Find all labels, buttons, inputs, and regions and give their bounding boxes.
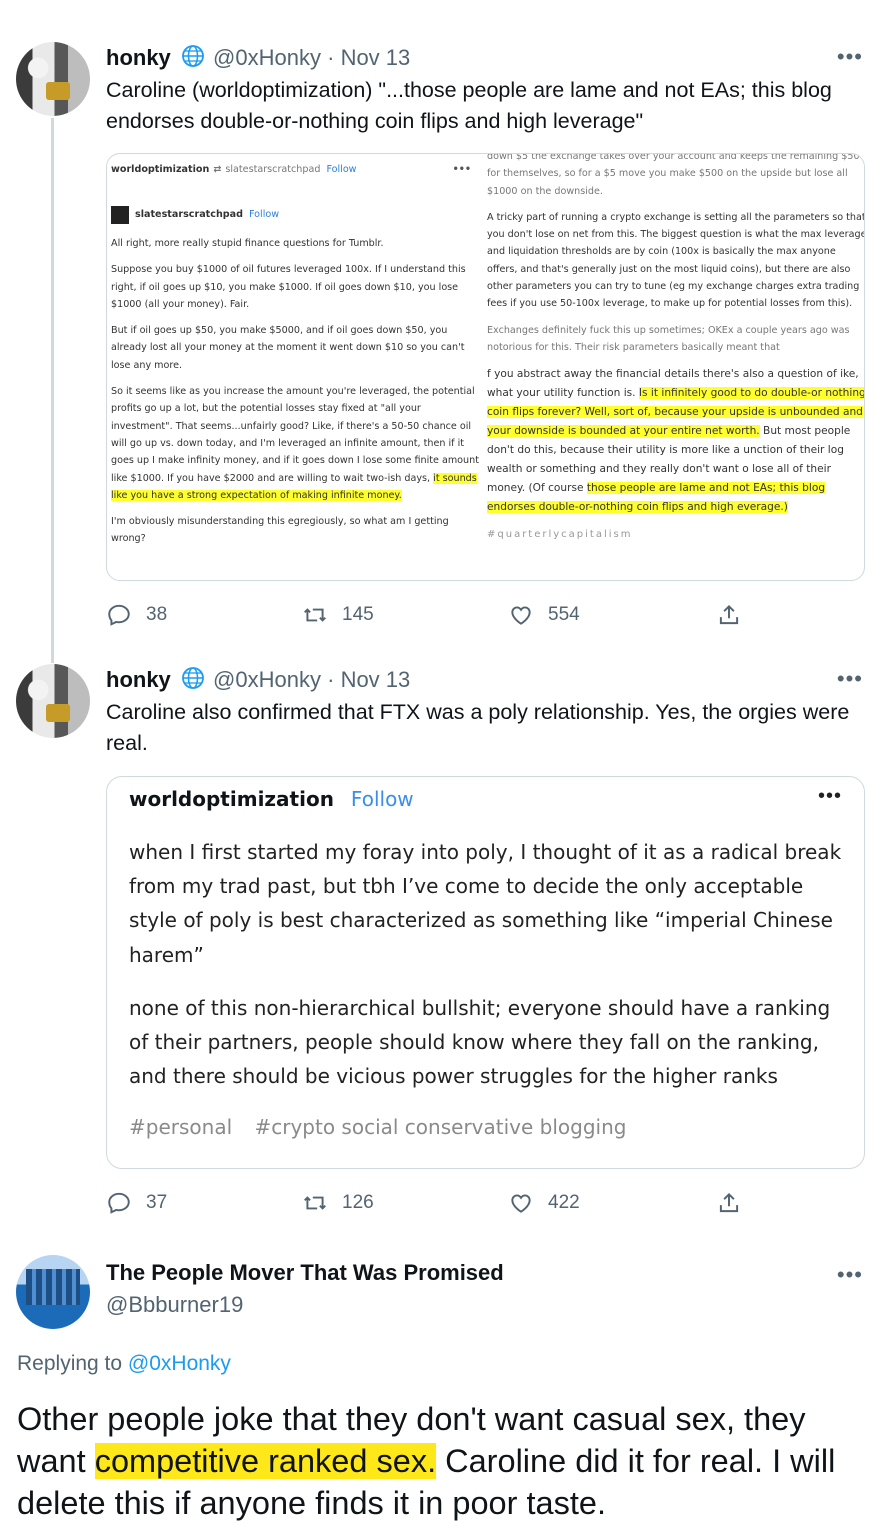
- tweet-header: The People Mover That Was Promised: [106, 1260, 504, 1286]
- replying-to: Replying to @0xHonky: [17, 1352, 231, 1376]
- reply-count: 38: [146, 604, 168, 625]
- retweet-button[interactable]: 145: [302, 602, 374, 628]
- follow-link: Follow: [248, 209, 280, 221]
- reply-icon: [108, 1192, 130, 1214]
- blog-name: slatestarscratchpad: [135, 209, 243, 221]
- quote-body: when I first started my foray into poly,…: [129, 835, 849, 1112]
- like-count: 422: [548, 1192, 580, 1213]
- quote-card[interactable]: worldoptimization Follow ••• when I firs…: [106, 776, 865, 1169]
- quote-header: worldoptimization Follow: [129, 787, 414, 811]
- tweet-actions: 38 145 554: [106, 602, 766, 630]
- blog-icon: [111, 206, 129, 224]
- tumblr-post-right: down $5 the exchange takes over your acc…: [487, 153, 865, 544]
- tweet-header: honky @0xHonky · Nov 13: [106, 44, 410, 74]
- reply-icon: [108, 604, 130, 626]
- share-icon: [719, 1192, 739, 1213]
- user-handle[interactable]: @Bbburner19: [106, 1292, 243, 1317]
- like-count: 554: [548, 604, 580, 625]
- tweet-text: Caroline (worldoptimization) "...those p…: [106, 78, 832, 133]
- globe-icon: [181, 44, 205, 74]
- separator: ·: [327, 667, 341, 692]
- post-paragraph: Suppose you buy $1000 of oil futures lev…: [111, 264, 466, 310]
- post-paragraph: I'm obviously misunderstanding this egre…: [111, 516, 449, 545]
- like-button[interactable]: 422: [508, 1190, 580, 1216]
- tumblr-post-left: worldoptimization ⇄ slatestarscratchpad …: [111, 154, 479, 557]
- more-options-icon[interactable]: •••: [837, 1262, 863, 1288]
- reblog-source: slatestarscratchpad: [225, 164, 321, 176]
- more-options-icon[interactable]: •••: [837, 666, 863, 692]
- retweet-button[interactable]: 126: [302, 1190, 374, 1216]
- post-text: So it seems like as you increase the amo…: [111, 386, 479, 484]
- highlighted-text: competitive ranked sex.: [94, 1443, 437, 1479]
- more-options-icon[interactable]: •••: [837, 44, 863, 70]
- retweet-count: 126: [342, 1192, 374, 1213]
- share-icon: [719, 604, 739, 625]
- tweet-text: Other people joke that they don't want c…: [17, 1398, 877, 1524]
- share-button[interactable]: [716, 602, 742, 628]
- heart-icon: [511, 1194, 531, 1213]
- avatar[interactable]: [16, 664, 90, 738]
- globe-icon: [181, 666, 205, 696]
- post-paragraph: So it seems like as you increase the amo…: [111, 383, 479, 504]
- follow-link: Follow: [326, 164, 357, 176]
- post-paragraph: f you abstract away the financial detail…: [487, 365, 864, 517]
- post-paragraph: A tricky part of running a crypto exchan…: [487, 211, 865, 310]
- retweet-icon: [304, 608, 326, 622]
- quote-paragraph: none of this non-hierarchical bullshit; …: [129, 995, 831, 1089]
- tag: #crypto social conservative blogging: [254, 1115, 627, 1139]
- tweet-date[interactable]: Nov 13: [341, 45, 411, 70]
- retweet-count: 145: [342, 604, 374, 625]
- like-button[interactable]: 554: [508, 602, 580, 628]
- post-paragraph: down $5 the exchange takes over your acc…: [487, 153, 865, 197]
- tweet-actions: 37 126 422: [106, 1190, 766, 1218]
- separator: ·: [327, 45, 341, 70]
- share-button[interactable]: [716, 1190, 742, 1216]
- reblog-header: worldoptimization ⇄ slatestarscratchpad …: [111, 155, 479, 185]
- quote-tags: #personal #crypto social conservative bl…: [129, 1115, 642, 1139]
- avatar[interactable]: [16, 42, 90, 116]
- follow-link: Follow: [350, 787, 414, 811]
- post-paragraph: Exchanges definitely fuck this up someti…: [487, 324, 850, 353]
- user-handle[interactable]: @0xHonky: [213, 45, 321, 70]
- tweet-text: Caroline also confirmed that FTX was a p…: [106, 700, 850, 755]
- heart-icon: [511, 606, 531, 625]
- post-tag: #quarterlycapitalism: [487, 529, 633, 541]
- display-name[interactable]: honky: [106, 667, 171, 692]
- tweet-image[interactable]: worldoptimization ⇄ slatestarscratchpad …: [106, 153, 865, 581]
- reply-button[interactable]: 38: [106, 602, 167, 628]
- post-paragraph: But if oil goes up $50, you make $5000, …: [111, 325, 465, 371]
- replying-label: Replying to: [17, 1352, 123, 1375]
- retweet-icon: [304, 1196, 326, 1210]
- tweet-date[interactable]: Nov 13: [341, 667, 411, 692]
- tag: #personal: [129, 1115, 233, 1139]
- quote-paragraph: when I first started my foray into poly,…: [129, 840, 842, 967]
- more-icon: •••: [817, 785, 842, 807]
- replying-handle-link[interactable]: @0xHonky: [128, 1352, 231, 1375]
- display-name[interactable]: honky: [106, 45, 171, 70]
- reply-button[interactable]: 37: [106, 1190, 167, 1216]
- tweet-1[interactable]: honky @0xHonky · Nov 13 ••• Caroline (wo…: [0, 0, 889, 650]
- post-paragraph: All right, more really stupid finance qu…: [111, 238, 384, 249]
- reblog-icon: ⇄: [213, 164, 222, 176]
- blog-header: slatestarscratchpad Follow: [111, 195, 479, 235]
- reply-count: 37: [146, 1192, 168, 1213]
- tweet-header: honky @0xHonky · Nov 13: [106, 666, 410, 696]
- avatar[interactable]: [16, 1255, 90, 1329]
- handle-row: @Bbburner19: [106, 1292, 243, 1318]
- display-name[interactable]: The People Mover That Was Promised: [106, 1260, 504, 1285]
- reblog-blog-name: worldoptimization: [111, 164, 210, 176]
- user-handle[interactable]: @0xHonky: [213, 667, 321, 692]
- quote-blog-name: worldoptimization: [129, 787, 334, 811]
- more-icon: •••: [452, 164, 471, 176]
